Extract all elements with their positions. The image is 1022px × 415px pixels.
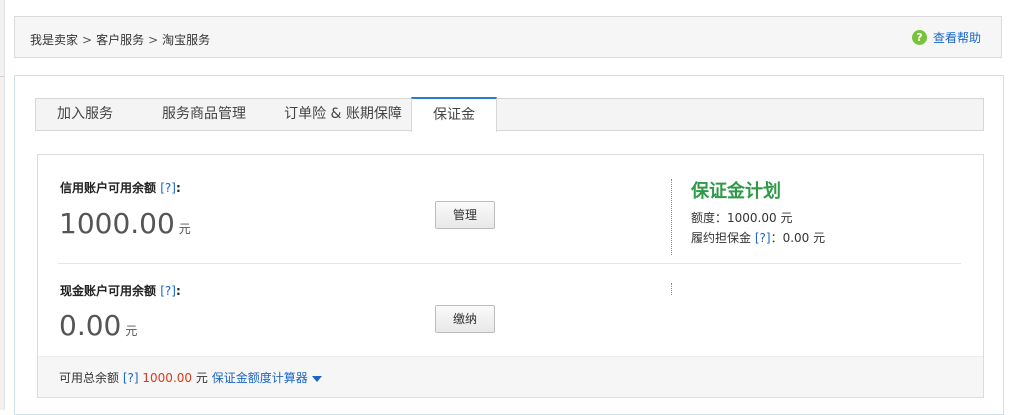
breadcrumb-item-taobao-service: 淘宝服务	[162, 33, 211, 47]
breadcrumb-separator: >	[148, 33, 159, 47]
cash-balance-unit: 元	[125, 324, 138, 338]
cash-balance-value: 0.00	[59, 309, 122, 342]
breadcrumb-separator: >	[82, 33, 93, 47]
cash-balance-label-text: 现金账户可用余额	[60, 284, 157, 298]
tab-service-goods-management[interactable]: 服务商品管理	[134, 99, 274, 130]
plan-deposit-label: 履约担保金	[691, 231, 752, 245]
left-edge-strip	[0, 0, 5, 410]
total-balance-label: 可用总余额	[59, 371, 120, 385]
vertical-dotted-divider-small	[671, 283, 672, 295]
breadcrumb: 我是卖家 > 客户服务 > 淘宝服务	[30, 31, 210, 48]
total-balance-value: 1000.00	[142, 371, 193, 385]
plan-deposit-help-link[interactable]: [?]	[755, 231, 771, 245]
credit-balance-colon: :	[175, 181, 181, 195]
plan-deposit-value: ：0.00 元	[770, 231, 826, 245]
credit-balance-label: 信用账户可用余额 [?]:	[60, 179, 181, 196]
vertical-dotted-divider	[671, 179, 672, 255]
tab-deposit[interactable]: 保证金	[411, 97, 497, 132]
deposit-content-box: 信用账户可用余额 [?]: 1000.00 元 管理 保证金计划 额度：1000.…	[37, 154, 984, 398]
breadcrumb-item-seller[interactable]: 我是卖家	[30, 33, 78, 47]
deposit-plan-logo: 保证金计划	[691, 181, 781, 202]
plan-deposit: 履约担保金 [?]：0.00 元	[691, 229, 825, 246]
tab-join-service[interactable]: 加入服务	[36, 99, 134, 130]
help-link[interactable]: ? 查看帮助	[911, 29, 981, 46]
deposit-calculator-label: 保证金额度计算器	[211, 371, 308, 385]
deposit-calculator-link[interactable]: 保证金额度计算器	[212, 371, 322, 385]
cash-balance-label: 现金账户可用余额 [?]:	[60, 282, 181, 299]
credit-balance-unit: 元	[178, 222, 191, 236]
help-link-label: 查看帮助	[932, 31, 981, 45]
credit-balance-amount: 1000.00 元	[59, 207, 191, 240]
plan-quota-value: 1000.00 元	[727, 211, 793, 225]
total-balance-unit: 元	[195, 371, 208, 385]
total-balance-bar: 可用总余额 [?] 1000.00 元 保证金额度计算器	[38, 356, 983, 397]
manage-button[interactable]: 管理	[435, 201, 495, 229]
plan-quota-label: 额度：	[691, 211, 728, 225]
credit-balance-label-text: 信用账户可用余额	[60, 181, 157, 195]
breadcrumb-item-customer-service[interactable]: 客户服务	[96, 33, 144, 47]
total-balance: 可用总余额 [?] 1000.00 元 保证金额度计算器	[59, 369, 322, 386]
caret-down-icon	[311, 375, 322, 382]
tab-order-insurance[interactable]: 订单险 & 账期保障	[274, 99, 412, 130]
left-edge-divider	[0, 76, 4, 77]
main-panel: 加入服务 服务商品管理 订单险 & 账期保障 保证金 信用账户可用余额 [?]:…	[14, 75, 1004, 415]
cash-balance-colon: :	[175, 284, 181, 298]
section-divider	[58, 263, 961, 264]
question-circle-icon: ?	[911, 30, 927, 45]
credit-balance-value: 1000.00	[59, 207, 175, 240]
tab-bar: 加入服务 服务商品管理 订单险 & 账期保障 保证金	[35, 97, 984, 132]
cash-help-link[interactable]: [?]	[160, 284, 176, 298]
credit-help-link[interactable]: [?]	[160, 181, 176, 195]
breadcrumb-panel: 我是卖家 > 客户服务 > 淘宝服务 ? 查看帮助	[14, 16, 1002, 58]
cash-balance-amount: 0.00 元	[59, 309, 137, 342]
total-balance-help-link[interactable]: [?]	[123, 371, 139, 385]
plan-quota: 额度：1000.00 元	[691, 209, 792, 226]
pay-button[interactable]: 缴纳	[435, 305, 495, 333]
